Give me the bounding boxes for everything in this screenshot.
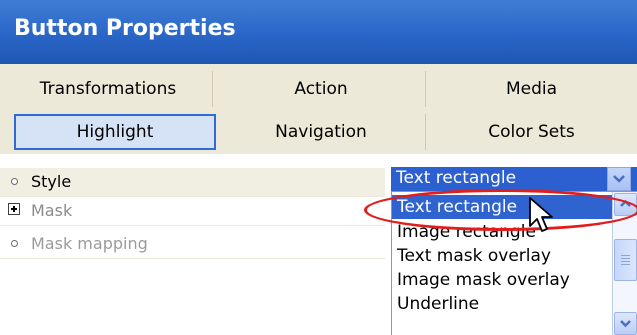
property-row-style[interactable]: Style bbox=[0, 168, 385, 197]
expand-plus-icon[interactable] bbox=[8, 203, 22, 217]
property-row-mask-mapping[interactable]: Mask mapping bbox=[0, 230, 385, 259]
tab-media[interactable]: Media bbox=[430, 71, 633, 107]
mouse-pointer-icon bbox=[529, 197, 553, 232]
tab-navigation[interactable]: Navigation bbox=[217, 114, 426, 150]
title-bar: Button Properties bbox=[0, 0, 637, 64]
property-label-mask: Mask bbox=[31, 201, 73, 220]
style-combobox[interactable]: Text rectangle bbox=[391, 167, 637, 191]
combobox-value: Text rectangle bbox=[396, 168, 517, 188]
bullet-icon bbox=[8, 236, 22, 250]
tab-highlight[interactable]: Highlight bbox=[14, 114, 216, 150]
property-label-mask-mapping: Mask mapping bbox=[31, 234, 148, 253]
dropdown-option-text-mask-overlay[interactable]: Text mask overlay bbox=[392, 244, 615, 268]
tab-color-sets[interactable]: Color Sets bbox=[430, 114, 633, 150]
scrollbar-thumb[interactable] bbox=[614, 239, 637, 281]
button-properties-window: Button Properties Transformations Action… bbox=[0, 0, 637, 335]
dropdown-option-image-mask-overlay[interactable]: Image mask overlay bbox=[392, 268, 615, 292]
property-label-style: Style bbox=[31, 172, 72, 191]
bullet-icon bbox=[8, 174, 22, 188]
dropdown-option-underline[interactable]: Underline bbox=[392, 292, 615, 316]
tab-strip: Transformations Action Media Highlight N… bbox=[0, 64, 637, 154]
red-highlight-ellipse bbox=[364, 189, 637, 231]
tab-transformations[interactable]: Transformations bbox=[4, 71, 213, 107]
window-title: Button Properties bbox=[14, 16, 236, 41]
chevron-down-icon[interactable] bbox=[607, 167, 631, 191]
scroll-down-icon[interactable] bbox=[614, 312, 637, 335]
property-row-mask[interactable]: Mask bbox=[0, 197, 385, 226]
tab-action[interactable]: Action bbox=[217, 71, 426, 107]
